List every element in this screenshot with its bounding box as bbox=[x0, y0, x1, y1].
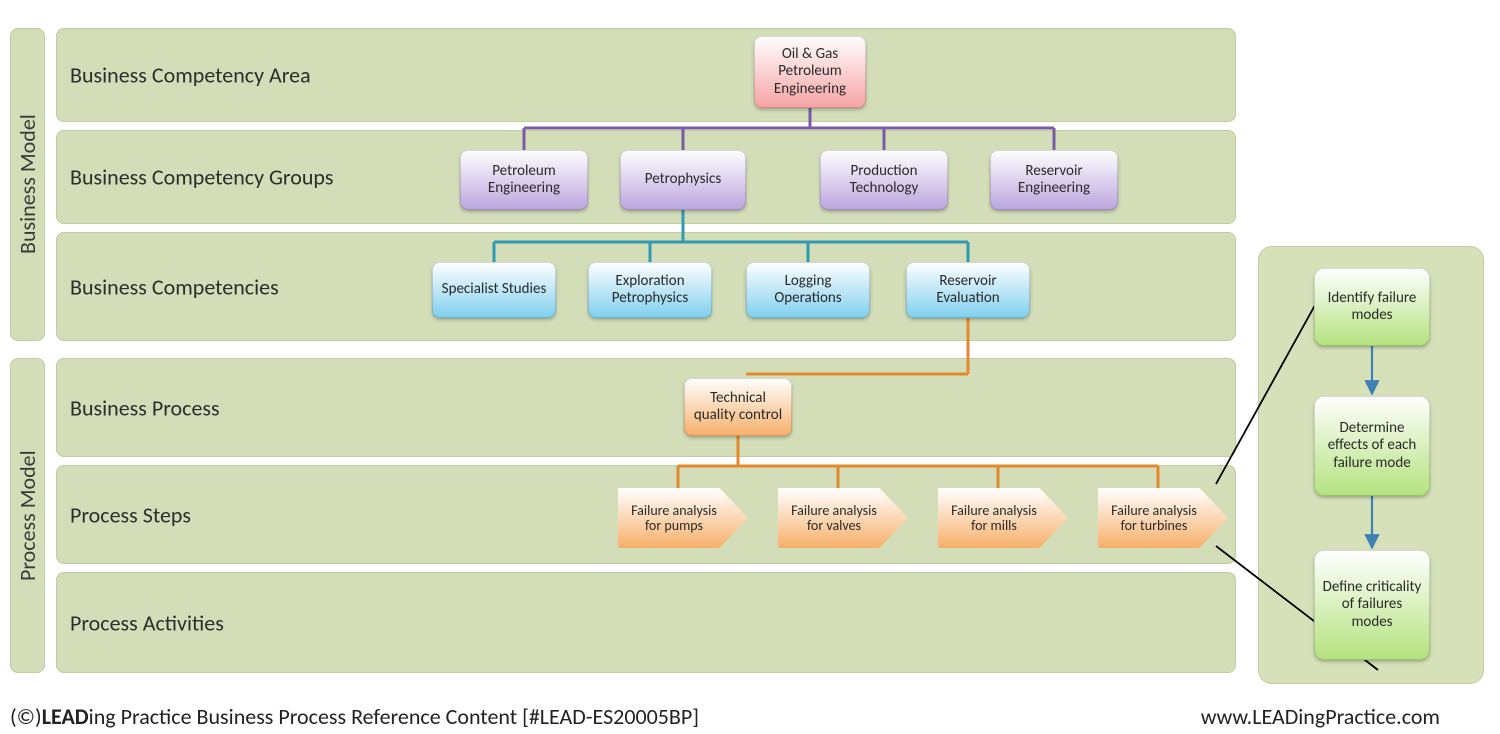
row-process: Business Process bbox=[56, 358, 1236, 457]
step-turbines: Failure analysis for turbines bbox=[1098, 488, 1228, 548]
competency-exploration-petrophysics: Exploration Petrophysics bbox=[588, 262, 712, 318]
activity-define-criticality: Define criticality of failures modes bbox=[1314, 550, 1430, 660]
row-process-label: Business Process bbox=[70, 394, 220, 421]
group-reservoir-engineering: Reservoir Engineering bbox=[990, 150, 1118, 210]
footer-brand-bold: LEAD bbox=[42, 703, 89, 730]
footer-left: (©)LEADing Practice Business Process Ref… bbox=[10, 703, 699, 730]
row-area: Business Competency Area bbox=[56, 28, 1236, 122]
row-activities-label: Process Activities bbox=[70, 609, 224, 636]
footer-brand-rest: ing Practice Business Process Reference … bbox=[89, 703, 699, 730]
step-mills: Failure analysis for mills bbox=[938, 488, 1068, 548]
group-production-technology: Production Technology bbox=[820, 150, 948, 210]
business-model-side-label: Business Model bbox=[10, 28, 45, 341]
group-petrophysics: Petrophysics bbox=[620, 150, 746, 210]
step-valves: Failure analysis for valves bbox=[778, 488, 908, 548]
competency-logging-operations: Logging Operations bbox=[746, 262, 870, 318]
row-activities: Process Activities bbox=[56, 572, 1236, 673]
row-area-label: Business Competency Area bbox=[70, 62, 311, 89]
group-petroleum-engineering: Petroleum Engineering bbox=[460, 150, 588, 210]
area-box: Oil & Gas Petroleum Engineering bbox=[754, 36, 866, 108]
process-technical-qc: Technical quality control bbox=[684, 378, 792, 436]
process-model-side-label: Process Model bbox=[10, 358, 45, 673]
row-competencies-label: Business Competencies bbox=[70, 273, 279, 300]
step-pumps-label: Failure analysis for pumps bbox=[624, 488, 724, 548]
row-steps-label: Process Steps bbox=[70, 501, 191, 528]
activity-identify: Identify failure modes bbox=[1314, 268, 1430, 346]
competency-reservoir-evaluation: Reservoir Evaluation bbox=[906, 262, 1030, 318]
row-groups-label: Business Competency Groups bbox=[70, 164, 333, 191]
footer-url: www.LEADingPractice.com bbox=[1201, 703, 1440, 730]
step-valves-label: Failure analysis for valves bbox=[784, 488, 884, 548]
step-pumps: Failure analysis for pumps bbox=[618, 488, 748, 548]
step-turbines-label: Failure analysis for turbines bbox=[1104, 488, 1204, 548]
copyright-symbol: (©) bbox=[10, 703, 42, 730]
step-mills-label: Failure analysis for mills bbox=[944, 488, 1044, 548]
activity-determine-effects: Determine effects of each failure mode bbox=[1314, 396, 1430, 496]
competency-specialist-studies: Specialist Studies bbox=[432, 262, 556, 318]
